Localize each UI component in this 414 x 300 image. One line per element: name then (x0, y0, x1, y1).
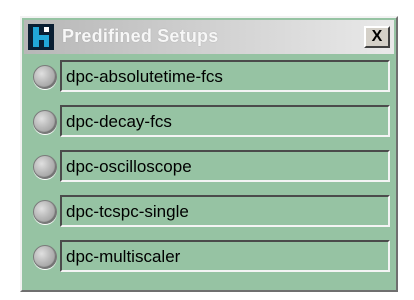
predefined-setups-window: Predifined Setups X dpc-absolutetime-fcs… (20, 16, 398, 292)
radio-button[interactable] (33, 110, 57, 134)
setup-field[interactable]: dpc-absolutetime-fcs (60, 60, 390, 92)
window-title: Predifined Setups (62, 26, 219, 46)
close-button[interactable]: X (364, 26, 390, 48)
setup-label: dpc-decay-fcs (66, 112, 172, 131)
radio-button[interactable] (33, 155, 57, 179)
setup-field[interactable]: dpc-oscilloscope (60, 150, 390, 182)
setup-row-absolutetime-fcs[interactable]: dpc-absolutetime-fcs (30, 59, 396, 95)
title-bar[interactable]: Predifined Setups X (24, 20, 394, 54)
setup-label: dpc-absolutetime-fcs (66, 67, 223, 86)
setup-label: dpc-multiscaler (66, 247, 181, 266)
setup-field[interactable]: dpc-decay-fcs (60, 105, 390, 137)
setup-label: dpc-oscilloscope (66, 157, 192, 176)
setup-field[interactable]: dpc-tcspc-single (60, 195, 390, 227)
setup-row-oscilloscope[interactable]: dpc-oscilloscope (30, 149, 396, 185)
setup-row-multiscaler[interactable]: dpc-multiscaler (30, 239, 396, 275)
radio-button[interactable] (33, 245, 57, 269)
app-logo-icon (28, 24, 54, 50)
radio-button[interactable] (33, 200, 57, 224)
setup-row-tcspc-single[interactable]: dpc-tcspc-single (30, 194, 396, 230)
setup-label: dpc-tcspc-single (66, 202, 189, 221)
setup-row-decay-fcs[interactable]: dpc-decay-fcs (30, 104, 396, 140)
setup-field[interactable]: dpc-multiscaler (60, 240, 390, 272)
radio-button[interactable] (33, 65, 57, 89)
